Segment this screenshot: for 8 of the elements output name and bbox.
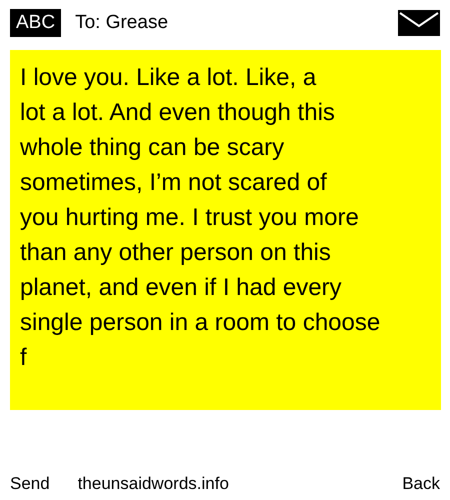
message-text: I love you. Like a lot. Like, a lot a lot. And even though this whole thing can be scary sometimes, I’m not scared of you hurting me. I trust you more than any other person on this planet, and even if I had every single person in a room to choose f [20, 63, 382, 373]
send-softkey[interactable]: Send [10, 474, 50, 494]
message-area[interactable] [10, 50, 441, 410]
envelope-icon [398, 10, 440, 36]
recipient-label: To: Grease [75, 12, 170, 34]
website-label: theunsaidwords.info [78, 474, 230, 494]
input-mode-indicator: ABC [10, 9, 62, 37]
back-softkey[interactable]: Back [402, 474, 440, 494]
